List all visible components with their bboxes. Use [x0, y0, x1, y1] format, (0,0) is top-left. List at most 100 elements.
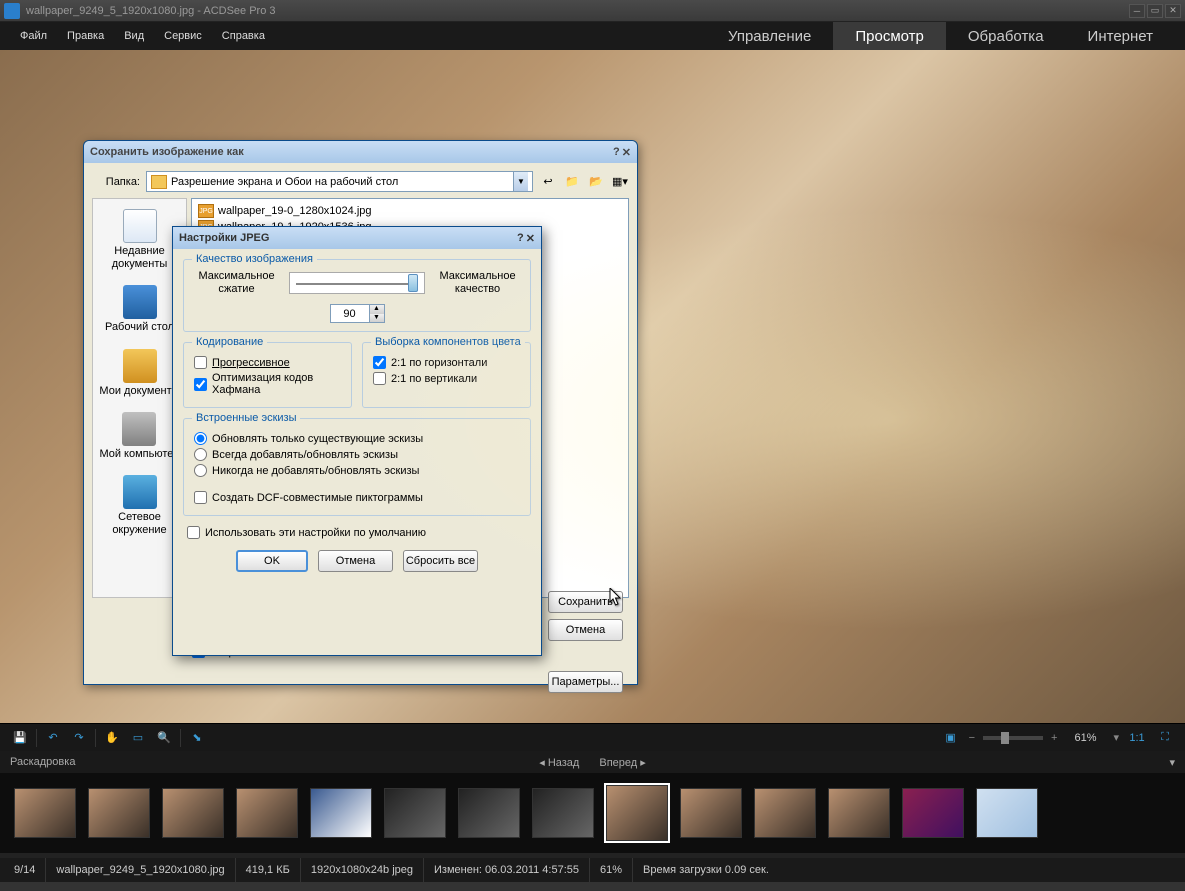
place-item[interactable]: Рабочий стол [105, 285, 174, 334]
mode-tab[interactable]: Управление [706, 22, 833, 51]
thumbnail[interactable] [606, 785, 668, 841]
menu-item[interactable]: Вид [114, 26, 154, 46]
always-thumbs-radio[interactable]: Всегда добавлять/обновлять эскизы [194, 448, 520, 461]
thumbnail[interactable] [310, 788, 372, 838]
menu-item[interactable]: Правка [57, 26, 114, 46]
menu-item[interactable]: Сервис [154, 26, 212, 46]
zoom-slider[interactable] [983, 736, 1043, 740]
view-menu-icon[interactable]: ▦▾ [611, 173, 629, 191]
spin-up-icon[interactable]: ▲ [370, 305, 384, 314]
rotate-left-icon[interactable]: ↶ [43, 728, 63, 748]
preserve-db-checkbox[interactable]: Сохранить ин [192, 645, 629, 658]
back-button[interactable]: ◂ Назад [539, 756, 579, 769]
preserve-metadata-checkbox[interactable]: Сохранить ме [192, 626, 629, 639]
options-button[interactable]: Параметры... [548, 671, 623, 693]
update-thumbs-radio[interactable]: Обновлять только существующие эскизы [194, 432, 520, 445]
cancel-button[interactable]: Отмена [548, 619, 623, 641]
back-icon[interactable]: ↩ [539, 173, 557, 191]
chevron-down-icon[interactable]: ▾ [1113, 731, 1119, 744]
filmstrip-title: Раскадровка [10, 756, 75, 768]
file-row[interactable]: JPGwallpaper_19-1_1920x1536.jpg [196, 219, 624, 235]
quality-group: Качество изображения Максимальное сжатие… [183, 259, 531, 332]
chevron-down-icon[interactable]: ▼ [513, 172, 528, 191]
thumbnail[interactable] [976, 788, 1038, 838]
place-icon [123, 209, 157, 243]
save-button[interactable]: Сохранить [548, 591, 623, 613]
thumbnail[interactable] [236, 788, 298, 838]
rotate-right-icon[interactable]: ↷ [69, 728, 89, 748]
mode-tab[interactable]: Интернет [1066, 22, 1175, 51]
thumbnail[interactable] [680, 788, 742, 838]
spin-down-icon[interactable]: ▼ [370, 314, 384, 323]
help-icon[interactable]: ? [613, 146, 620, 159]
save-icon[interactable]: 💾 [10, 728, 30, 748]
jpg-file-icon: JPG [198, 204, 214, 218]
menu-item[interactable]: Файл [10, 26, 57, 46]
quality-input[interactable] [330, 304, 370, 323]
mode-tab[interactable]: Просмотр [833, 22, 946, 51]
place-item[interactable]: Сетевое окружение [95, 475, 184, 537]
fullscreen-icon[interactable]: ⛶ [1155, 728, 1175, 748]
quality-spinner[interactable]: ▲▼ [330, 304, 385, 323]
quality-slider[interactable] [289, 272, 425, 294]
thumbnail[interactable] [902, 788, 964, 838]
mode-tab[interactable]: Обработка [946, 22, 1066, 51]
close-icon[interactable]: ✕ [526, 232, 535, 245]
thumbnail[interactable] [754, 788, 816, 838]
filmstrip-header: Раскадровка ◂ Назад Вперед ▸ ▾ [0, 751, 1185, 773]
dcf-checkbox[interactable]: Создать DCF-совместимые пиктограммы [194, 491, 520, 504]
help-icon[interactable]: ? [517, 232, 524, 245]
place-item[interactable]: Мой компьютер [99, 412, 179, 461]
app-titlebar: wallpaper_9249_5_1920x1080.jpg - ACDSee … [0, 0, 1185, 22]
zoom-icon[interactable]: 🔍 [154, 728, 174, 748]
collapse-icon[interactable]: ▾ [1169, 756, 1175, 769]
select-icon[interactable]: ▭ [128, 728, 148, 748]
vert-subsample-checkbox[interactable]: 2:1 по вертикали [373, 372, 520, 385]
up-folder-icon[interactable]: 📁 [563, 173, 581, 191]
thumbnail[interactable] [532, 788, 594, 838]
crop-tool-icon[interactable]: ⬊ [187, 728, 207, 748]
image-viewer[interactable]: Сохранить изображение как ? ✕ Папка: Раз… [0, 50, 1185, 723]
app-icon [4, 3, 20, 19]
actual-size-icon[interactable]: 1:1 [1127, 728, 1147, 748]
maximize-icon[interactable]: ▭ [1147, 4, 1163, 18]
thumbnail[interactable] [14, 788, 76, 838]
place-item[interactable]: Мои документы [99, 349, 179, 398]
max-quality-label: Максимальное качество [435, 270, 520, 296]
thumbnail[interactable] [88, 788, 150, 838]
hand-icon[interactable]: ✋ [102, 728, 122, 748]
never-thumbs-radio[interactable]: Никогда не добавлять/обновлять эскизы [194, 464, 520, 477]
save-as-title[interactable]: Сохранить изображение как ? ✕ [84, 141, 637, 163]
folder-icon [151, 175, 167, 189]
zoom-out-icon[interactable]: − [969, 732, 975, 744]
file-list[interactable]: JPGwallpaper_19-0_1280x1024.jpgJPGwallpa… [191, 198, 629, 598]
close-icon[interactable]: ✕ [622, 146, 631, 159]
place-icon [123, 349, 157, 383]
thumbnail[interactable] [384, 788, 446, 838]
thumbnail[interactable] [458, 788, 520, 838]
jpeg-dialog-title[interactable]: Настройки JPEG ? ✕ [173, 227, 541, 249]
use-defaults-checkbox[interactable]: Использовать эти настройки по умолчанию [187, 526, 527, 539]
place-item[interactable]: Недавние документы [95, 209, 184, 271]
menu-item[interactable]: Справка [212, 26, 275, 46]
places-bar: Недавние документы Рабочий стол Мои докуме… [92, 198, 187, 598]
huffman-checkbox[interactable]: Оптимизация кодов Хафмана [194, 372, 341, 396]
close-icon[interactable]: ✕ [1165, 4, 1181, 18]
thumbnail[interactable] [828, 788, 890, 838]
zoom-in-icon[interactable]: + [1051, 732, 1057, 744]
cancel-button[interactable]: Отмена [318, 550, 393, 572]
forward-button[interactable]: Вперед ▸ [599, 756, 645, 769]
thumbnail[interactable] [162, 788, 224, 838]
progressive-checkbox[interactable]: Прогрессивное [194, 356, 341, 369]
reset-button[interactable]: Сбросить все [403, 550, 478, 572]
minimize-icon[interactable]: ─ [1129, 4, 1145, 18]
ok-button[interactable]: OK [236, 550, 308, 572]
statusbar: 9/14 wallpaper_9249_5_1920x1080.jpg 419,… [0, 858, 1185, 882]
fit-screen-icon[interactable]: ▣ [941, 728, 961, 748]
new-folder-icon[interactable]: 📂 [587, 173, 605, 191]
horiz-subsample-checkbox[interactable]: 2:1 по горизонтали [373, 356, 520, 369]
filmstrip[interactable] [0, 773, 1185, 853]
folder-dropdown[interactable]: Разрешение экрана и Обои на рабочий стол… [146, 171, 533, 192]
file-row[interactable]: JPGwallpaper_19-0_1280x1024.jpg [196, 203, 624, 219]
encoding-group: Кодирование Прогрессивное Оптимизация ко… [183, 342, 352, 408]
